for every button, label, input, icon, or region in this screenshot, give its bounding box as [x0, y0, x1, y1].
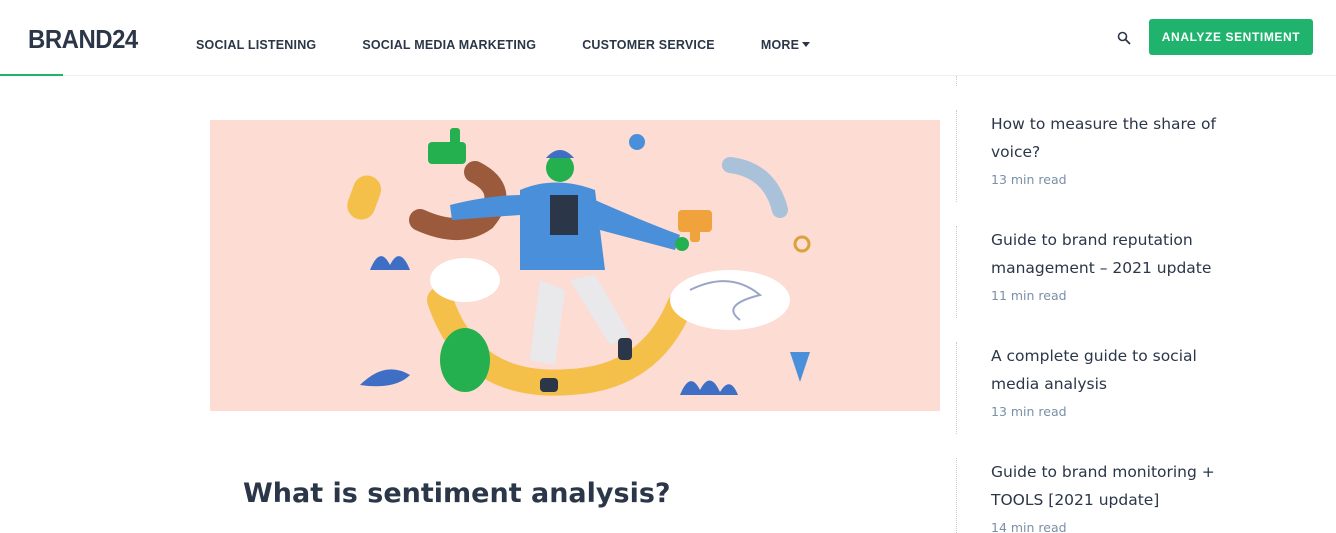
nav-customer-service[interactable]: CUSTOMER SERVICE	[582, 38, 715, 52]
brand-logo[interactable]: BRAND24	[28, 24, 138, 55]
article-heading: What is sentiment analysis?	[243, 478, 671, 509]
read-time: 14 min read	[991, 520, 1067, 533]
nav-more-dropdown[interactable]: MORE	[760, 38, 811, 52]
related-article-item[interactable]: Guide to brand monitoring + TOOLS [2021 …	[956, 458, 1256, 533]
nav-social-listening[interactable]: SOCIAL LISTENING	[196, 38, 316, 52]
read-time: 13 min read	[991, 404, 1067, 419]
logo-active-indicator	[0, 74, 63, 76]
read-time: 11 min read	[991, 288, 1067, 303]
related-article-title[interactable]: How to measure the share of voice?	[991, 110, 1221, 166]
analyze-sentiment-button[interactable]: ANALYZE SENTIMENT	[1149, 19, 1313, 55]
hero-illustration	[210, 120, 940, 411]
read-time: 13 min read	[991, 172, 1067, 187]
caret-down-icon	[802, 42, 811, 47]
nav-more-label: MORE	[760, 38, 800, 52]
related-articles-sidebar: How to measure the share of voice? 13 mi…	[956, 76, 1256, 533]
sentiment-illustration	[347, 128, 811, 396]
site-header: BRAND24 SOCIAL LISTENING SOCIAL MEDIA MA…	[0, 0, 1336, 76]
sidebar-divider	[956, 76, 957, 86]
nav-social-media-marketing[interactable]: SOCIAL MEDIA MARKETING	[362, 38, 536, 52]
related-article-item[interactable]: A complete guide to social media analysi…	[956, 342, 1256, 434]
search-icon[interactable]	[1117, 31, 1131, 45]
related-article-item[interactable]: Guide to brand reputation management – 2…	[956, 226, 1256, 318]
related-article-title[interactable]: Guide to brand monitoring + TOOLS [2021 …	[991, 458, 1221, 514]
related-article-item[interactable]: How to measure the share of voice? 13 mi…	[956, 110, 1256, 202]
related-article-title[interactable]: A complete guide to social media analysi…	[991, 342, 1221, 398]
related-article-title[interactable]: Guide to brand reputation management – 2…	[991, 226, 1221, 282]
main-nav: SOCIAL LISTENING SOCIAL MEDIA MARKETING …	[196, 38, 856, 52]
